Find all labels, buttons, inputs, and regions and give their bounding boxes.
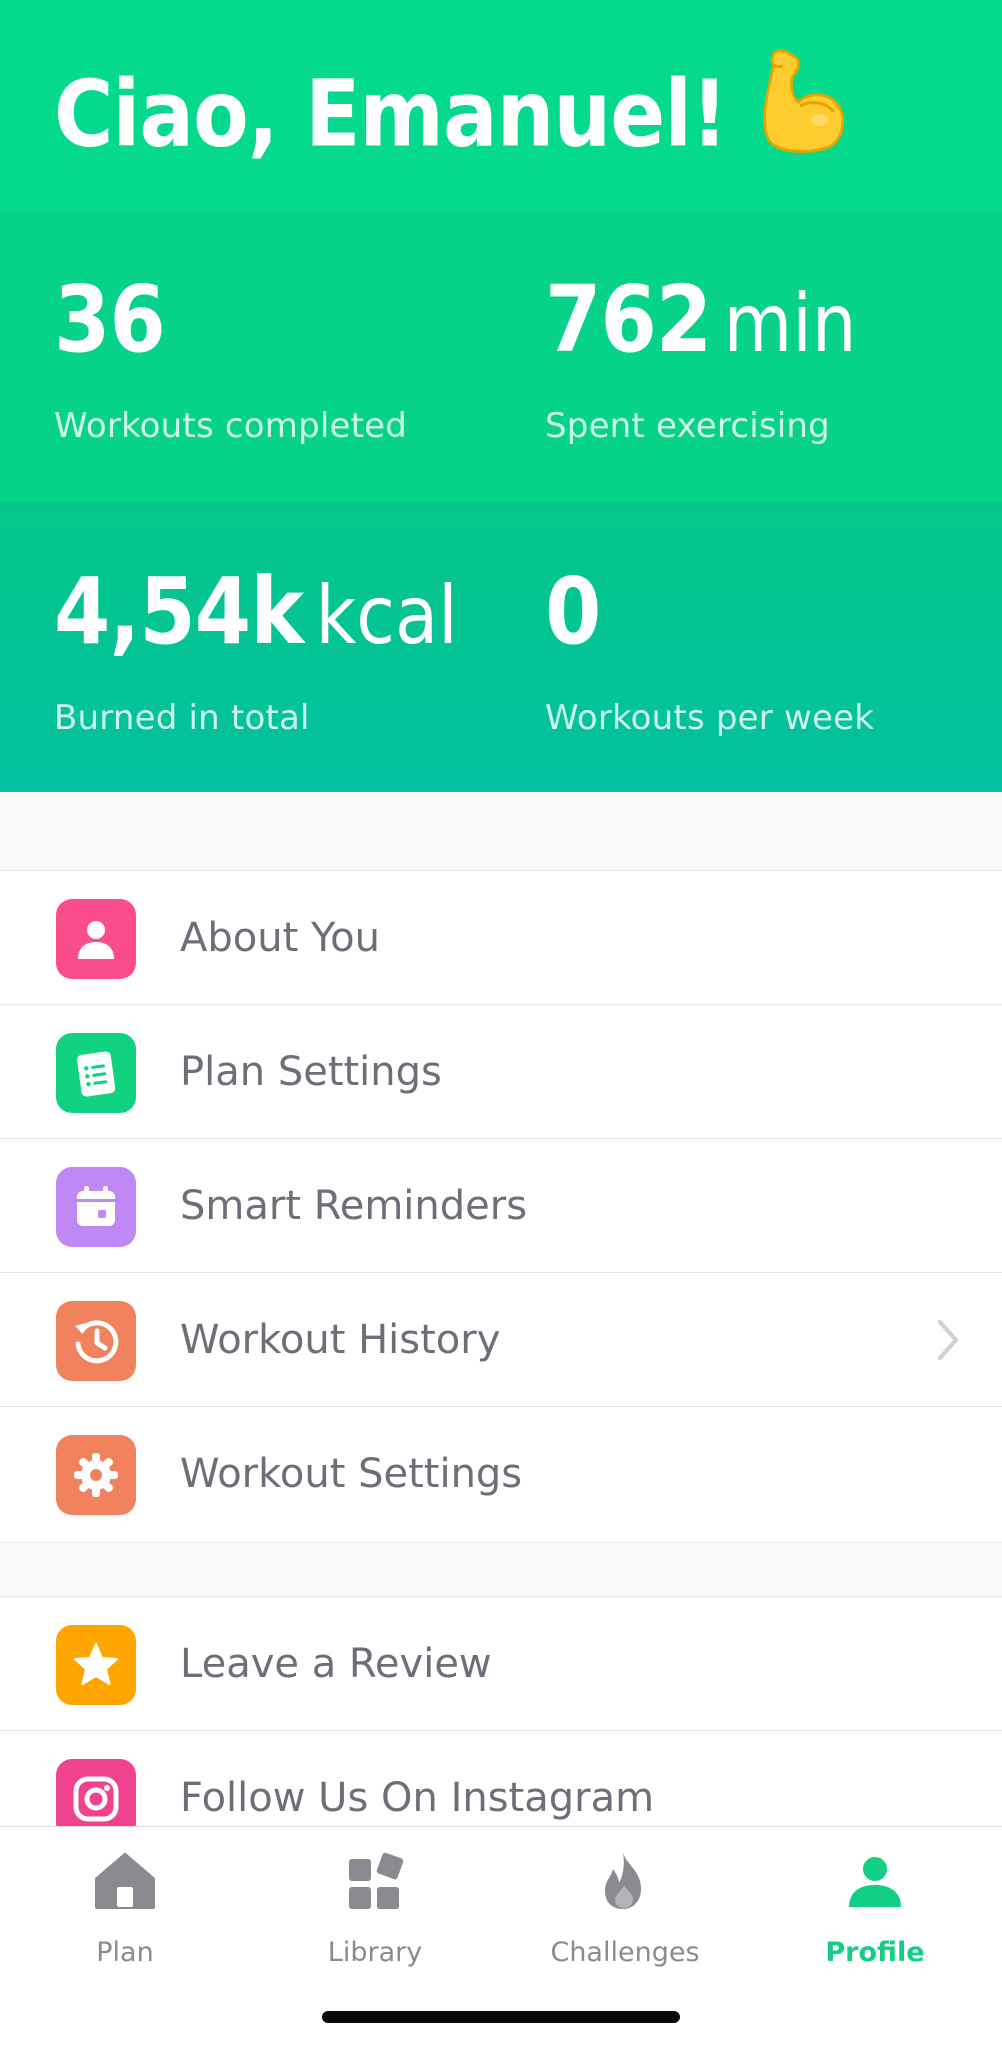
menu-item-workout-history[interactable]: Workout History [0,1272,1002,1406]
history-icon [56,1301,136,1381]
stat-label: Spent exercising [545,406,830,446]
tab-plan[interactable]: Plan [0,1827,250,1977]
menu-item-label: Smart Reminders [180,1183,528,1229]
person-icon [56,899,136,979]
stats-row-1: 36 Workouts completed 762 min Spent exerc… [0,210,1002,502]
stat-value: 4,54k kcal [54,562,458,688]
tab-label: Library [327,1937,423,1968]
library-icon [349,1852,404,1909]
menu-item-workout-settings[interactable]: Workout Settings [0,1406,1002,1540]
tab-label: Profile [825,1937,925,1968]
calendar-icon [56,1167,136,1247]
menu-item-smart-reminders[interactable]: Smart Reminders [0,1138,1002,1272]
stats-row-2: 4,54k kcal Burned in total 0 Workouts per… [0,502,1002,792]
tab-label: Plan [96,1937,154,1968]
home-indicator [322,2011,680,2023]
plan-list-icon [56,1033,136,1113]
flame-icon [605,1853,641,1909]
star-icon [56,1625,136,1705]
menu-item-label: Plan Settings [180,1049,442,1095]
menu-item-label: Workout Settings [180,1451,523,1497]
menu-item-label: About You [180,915,380,961]
stat-value: 762 min [545,270,856,396]
settings-menu: About You Plan Settings Smart Reminders … [0,870,1002,1540]
menu-item-plan-settings[interactable]: Plan Settings [0,1004,1002,1138]
flexed-biceps-icon [758,46,850,182]
social-menu: Leave a Review Follow Us On Instagram [0,1596,1002,1864]
person-icon [849,1857,901,1907]
tab-library[interactable]: Library [250,1827,500,1977]
home-icon [95,1853,155,1909]
menu-item-leave-review[interactable]: Leave a Review [0,1596,1002,1730]
stat-number: 36 [54,266,166,373]
chevron-right-icon [938,1320,958,1360]
stat-label: Burned in total [54,698,310,738]
greeting-text: Ciao, Emanuel! [54,60,728,168]
menu-item-about-you[interactable]: About You [0,870,1002,1004]
stat-label: Workouts completed [54,406,408,446]
menu-item-label: Leave a Review [180,1641,492,1687]
tab-challenges[interactable]: Challenges [500,1827,750,1977]
tab-profile[interactable]: Profile [750,1827,1000,1977]
greeting-title: Ciao, Emanuel! [54,48,850,188]
menu-item-label: Workout History [180,1317,501,1363]
stat-number: 0 [545,558,601,665]
stat-value: 36 [54,270,166,396]
stat-number: 4,54k [54,558,304,665]
stat-unit: kcal [315,569,458,662]
profile-header: Ciao, Emanuel! [0,0,1002,210]
stat-number: 762 [545,266,712,373]
gear-icon [56,1435,136,1515]
section-spacer [0,792,1002,870]
tab-label: Challenges [550,1937,700,1968]
stat-unit: min [723,277,857,370]
stat-value: 0 [545,562,601,688]
section-spacer [0,1542,1002,1596]
stat-label: Workouts per week [545,698,875,738]
